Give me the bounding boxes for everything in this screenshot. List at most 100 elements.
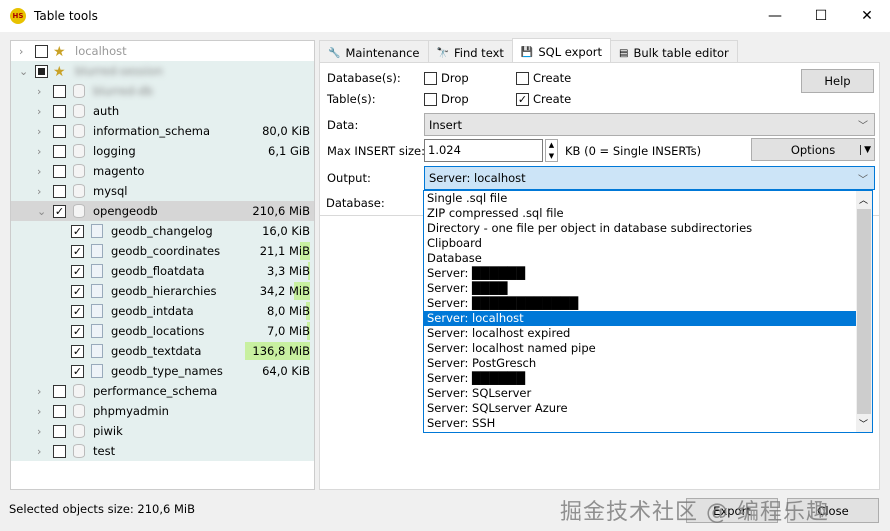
- expand-icon[interactable]: ›: [37, 385, 47, 398]
- tree-item[interactable]: ✓ geodb_intdata 8,0 MiB: [11, 301, 314, 321]
- output-option[interactable]: Clipboard: [424, 236, 857, 251]
- tab-bulk-table-editor[interactable]: ▤ Bulk table editor: [610, 40, 738, 62]
- checkbox-box[interactable]: [516, 71, 529, 85]
- output-option[interactable]: Server: localhost named pipe: [424, 341, 857, 356]
- tree-item[interactable]: ✓ geodb_floatdata 3,3 MiB: [11, 261, 314, 281]
- tab-maintenance[interactable]: 🔧 Maintenance: [319, 40, 429, 62]
- table-drop-checkbox[interactable]: Drop: [424, 92, 469, 106]
- expand-icon[interactable]: ›: [37, 405, 47, 418]
- tree-item[interactable]: › logging 6,1 GiB: [11, 141, 314, 161]
- tree-item[interactable]: › auth: [11, 101, 314, 121]
- options-button[interactable]: Options ▼: [751, 138, 875, 161]
- max-insert-stepper[interactable]: ▲ ▼: [545, 139, 558, 162]
- tree-checkbox[interactable]: [53, 424, 66, 438]
- object-tree[interactable]: › ★ localhost ⌄ ★ blurred-session › blurred-db ›…: [10, 40, 315, 490]
- expand-icon[interactable]: ›: [37, 165, 47, 178]
- tree-item[interactable]: ✓ geodb_textdata 136,8 MiB: [11, 341, 314, 361]
- checkbox-box[interactable]: ✓: [516, 92, 529, 106]
- tree-checkbox[interactable]: [53, 104, 66, 118]
- tree-item[interactable]: › piwik: [11, 421, 314, 441]
- db-create-checkbox[interactable]: Create: [516, 71, 571, 85]
- tree-item[interactable]: ⌄ ★ blurred-session: [11, 61, 314, 81]
- tree-item[interactable]: ✓ geodb_type_names 64,0 KiB: [11, 361, 314, 381]
- checkbox-box[interactable]: [424, 92, 437, 106]
- tab-find-text[interactable]: 🔭 Find text: [427, 40, 513, 62]
- output-dropdown-list[interactable]: Single .sql file ZIP compressed .sql file…: [423, 190, 873, 433]
- tree-checkbox[interactable]: [53, 404, 66, 418]
- db-drop-checkbox[interactable]: Drop: [424, 71, 469, 85]
- tree-checkbox[interactable]: ✓: [71, 324, 84, 338]
- tree-checkbox[interactable]: ✓: [71, 304, 84, 318]
- tree-item[interactable]: ✓ geodb_hierarchies 34,2 MiB: [11, 281, 314, 301]
- output-option[interactable]: Single .sql file: [424, 191, 857, 206]
- scroll-down-icon[interactable]: ﹀: [859, 417, 868, 430]
- tree-item[interactable]: › information_schema 80,0 KiB: [11, 121, 314, 141]
- expand-icon[interactable]: ›: [37, 145, 47, 158]
- tree-checkbox[interactable]: ✓: [71, 244, 84, 258]
- expand-icon[interactable]: ›: [19, 45, 29, 58]
- table-create-checkbox[interactable]: ✓ Create: [516, 92, 571, 106]
- checkbox-box[interactable]: [424, 71, 437, 85]
- output-option[interactable]: Server: SQLserver Azure: [424, 401, 857, 416]
- tree-checkbox[interactable]: [53, 144, 66, 158]
- close-window-button[interactable]: ✕: [844, 0, 890, 32]
- tree-item[interactable]: ✓ geodb_coordinates 21,1 MiB: [11, 241, 314, 261]
- tree-item[interactable]: ⌄ ✓ opengeodb 210,6 MiB: [11, 201, 314, 221]
- tree-checkbox[interactable]: [53, 444, 66, 458]
- tree-checkbox[interactable]: [53, 84, 66, 98]
- tree-item[interactable]: ✓ geodb_changelog 16,0 KiB: [11, 221, 314, 241]
- scrollbar-thumb[interactable]: [857, 209, 871, 414]
- tree-item[interactable]: › performance_schema: [11, 381, 314, 401]
- tree-checkbox[interactable]: [53, 164, 66, 178]
- tree-checkbox[interactable]: [53, 384, 66, 398]
- tree-checkbox[interactable]: [53, 124, 66, 138]
- output-option[interactable]: Server: ████████████: [424, 296, 857, 311]
- expand-icon[interactable]: ›: [37, 85, 47, 98]
- maximize-button[interactable]: ☐: [798, 0, 844, 32]
- output-option[interactable]: Server: ██████: [424, 266, 857, 281]
- expand-icon[interactable]: ›: [37, 125, 47, 138]
- tree-checkbox[interactable]: [35, 64, 48, 78]
- minimize-button[interactable]: —: [752, 0, 798, 32]
- tree-checkbox[interactable]: ✓: [71, 364, 84, 378]
- output-option[interactable]: ZIP compressed .sql file: [424, 206, 857, 221]
- tree-item[interactable]: › mysql: [11, 181, 314, 201]
- tree-checkbox[interactable]: ✓: [71, 264, 84, 278]
- output-option[interactable]: Server: PostGresch: [424, 356, 857, 371]
- collapse-icon[interactable]: ⌄: [37, 205, 47, 218]
- expand-icon[interactable]: ›: [37, 445, 47, 458]
- output-option[interactable]: Server: ████: [424, 281, 857, 296]
- dropdown-arrow-icon[interactable]: ▼: [860, 144, 871, 155]
- tree-item-label: geodb_intdata: [111, 304, 194, 318]
- tab-sql-export[interactable]: 💾 SQL export: [511, 38, 612, 62]
- tree-item[interactable]: › blurred-db: [11, 81, 314, 101]
- help-button[interactable]: Help: [801, 69, 874, 93]
- output-option[interactable]: Server: SQLserver: [424, 386, 857, 401]
- scrollbar[interactable]: ︿ ﹀: [856, 191, 872, 432]
- tree-checkbox[interactable]: ✓: [71, 224, 84, 238]
- output-option[interactable]: Server: SSH: [424, 416, 857, 431]
- tree-checkbox[interactable]: [53, 184, 66, 198]
- scroll-up-icon[interactable]: ︿: [859, 193, 868, 206]
- tree-item[interactable]: ✓ geodb_locations 7,0 MiB: [11, 321, 314, 341]
- output-select[interactable]: Server: localhost ﹀: [424, 166, 875, 190]
- tree-item[interactable]: › ★ localhost: [11, 41, 314, 61]
- output-option[interactable]: Directory - one file per object in datab…: [424, 221, 857, 236]
- expand-icon[interactable]: ›: [37, 105, 47, 118]
- tree-checkbox[interactable]: ✓: [71, 344, 84, 358]
- data-select[interactable]: Insert ﹀: [424, 113, 875, 136]
- tree-checkbox[interactable]: [35, 44, 48, 58]
- tree-item[interactable]: › test: [11, 441, 314, 461]
- collapse-icon[interactable]: ⌄: [19, 65, 29, 78]
- expand-icon[interactable]: ›: [37, 185, 47, 198]
- tree-item[interactable]: › phpmyadmin: [11, 401, 314, 421]
- tree-checkbox[interactable]: ✓: [53, 204, 66, 218]
- tree-item[interactable]: › magento: [11, 161, 314, 181]
- tree-checkbox[interactable]: ✓: [71, 284, 84, 298]
- output-option[interactable]: Server: ██████: [424, 371, 857, 386]
- expand-icon[interactable]: ›: [37, 425, 47, 438]
- max-insert-input[interactable]: 1.024: [424, 139, 543, 162]
- output-option[interactable]: Server: localhost: [424, 311, 857, 326]
- output-option[interactable]: Database: [424, 251, 857, 266]
- output-option[interactable]: Server: localhost expired: [424, 326, 857, 341]
